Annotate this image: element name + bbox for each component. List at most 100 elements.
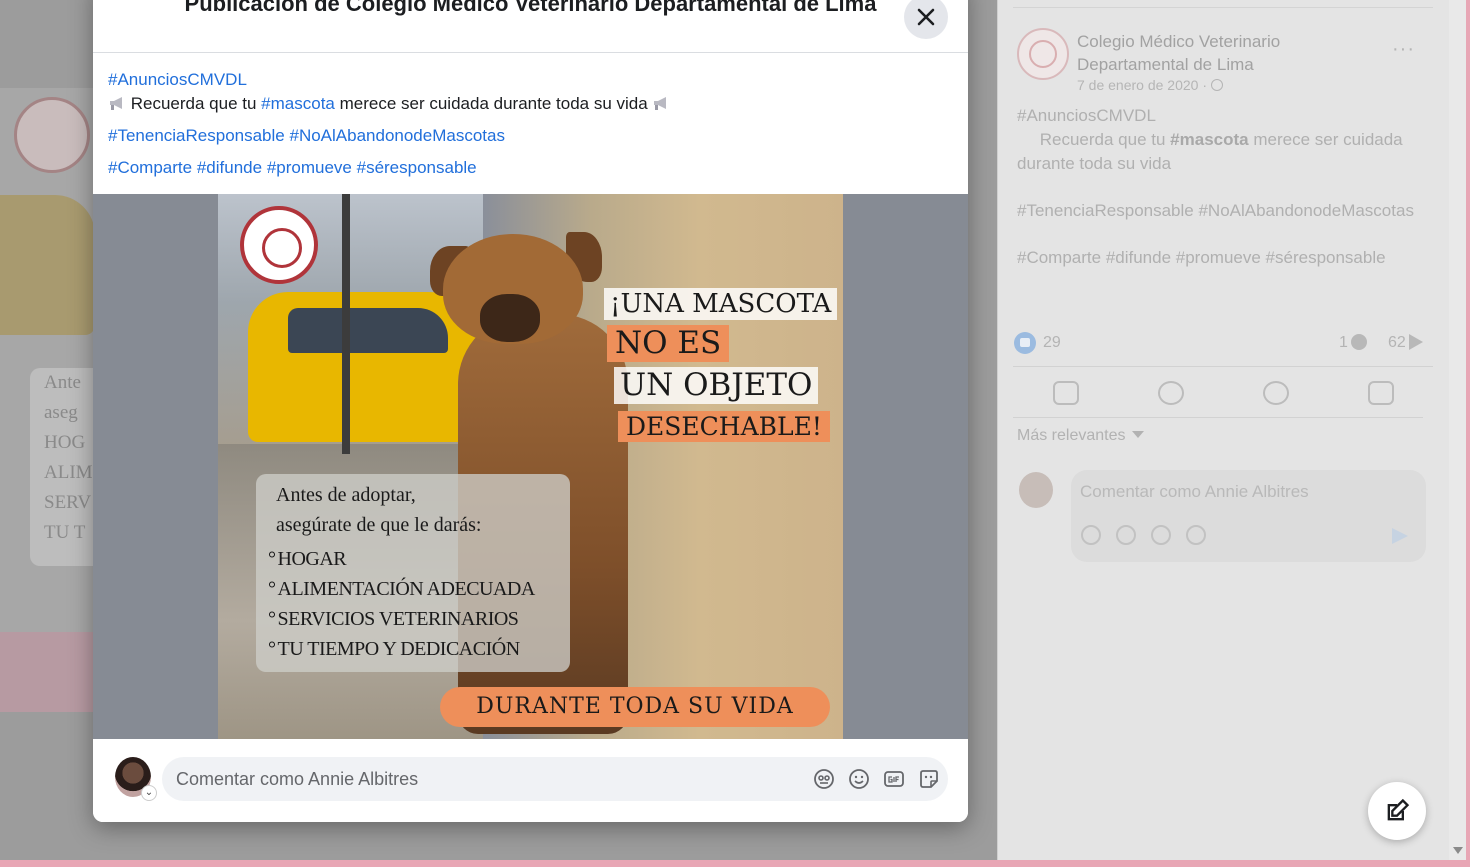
- background-info-card: Ante aseg HOG ALIM SERV TU T: [30, 368, 100, 566]
- like-reaction-icon[interactable]: [1014, 332, 1036, 354]
- emoji-icon[interactable]: [847, 767, 870, 790]
- avatar-sticker-icon[interactable]: [812, 767, 835, 790]
- headline-line: ¡UNA MASCOTA: [604, 288, 838, 320]
- post-text-span: merece ser cuidada durante toda su vida: [339, 94, 648, 113]
- post-image[interactable]: ¡UNA MASCOTA NO ES UN OBJETO DESECHABLE!…: [218, 194, 843, 739]
- whatsapp-button-icon[interactable]: [1262, 381, 1289, 405]
- post-image-area[interactable]: ¡UNA MASCOTA NO ES UN OBJETO DESECHABLE!…: [93, 194, 968, 739]
- share-button-icon[interactable]: [1367, 381, 1394, 405]
- info-box-line: Antes de adoptar,: [276, 484, 416, 506]
- comment-placeholder[interactable]: Comentar como Annie Albitres: [1080, 482, 1309, 502]
- user-avatar[interactable]: [1019, 472, 1053, 508]
- side-post-text: #AnunciosCMVDL Recuerda que tu #mascota …: [1017, 104, 1427, 293]
- cmvdl-logo: [240, 206, 318, 284]
- info-box-item: TU TIEMPO Y DEDICACIÓN: [268, 638, 521, 661]
- background-taxi: [0, 195, 95, 335]
- info-box-line: asegúrate de que le darás:: [276, 514, 482, 536]
- background-logo: [14, 97, 90, 173]
- background-card-line: aseg: [44, 402, 78, 423]
- hashtag-link[interactable]: #TenenciaResponsable: [108, 126, 285, 145]
- background-card-line: HOG: [44, 432, 86, 453]
- hashtag-link[interactable]: #mascota: [1170, 130, 1248, 149]
- comment-input[interactable]: Comentar como Annie Albitres: [162, 757, 948, 801]
- globe-icon: [1211, 79, 1223, 91]
- hashtag-link[interactable]: #promueve: [267, 158, 352, 177]
- headline-line: UN OBJETO: [614, 367, 819, 404]
- avatar-sticker-icon[interactable]: [1081, 525, 1101, 545]
- more-options-button[interactable]: ···: [1392, 38, 1415, 61]
- headline-line: NO ES: [607, 325, 730, 362]
- headline-line: DESECHABLE!: [618, 411, 830, 442]
- megaphone-icon: [654, 97, 667, 110]
- info-box-item: ALIMENTACIÓN ADECUADA: [268, 578, 536, 601]
- background-pink-block: [0, 632, 95, 712]
- hashtag-link[interactable]: #mascota: [261, 94, 335, 113]
- post-text-span: Recuerda que tu: [130, 94, 257, 113]
- scrollbar[interactable]: [1449, 0, 1466, 860]
- background-card-line: SERV: [44, 492, 92, 513]
- divider: [1013, 417, 1423, 418]
- hashtag-link[interactable]: #AnunciosCMVDL: [108, 70, 247, 89]
- side-comment-box[interactable]: Comentar como Annie Albitres: [1071, 470, 1426, 562]
- divider: [93, 52, 968, 53]
- hashtag-link[interactable]: #Comparte: [108, 158, 192, 177]
- emoji-icon[interactable]: [1116, 525, 1136, 545]
- comment-bubble-icon: [1350, 334, 1367, 350]
- hashtag-link[interactable]: #difunde: [197, 158, 262, 177]
- post-text: #AnunciosCMVDL Recuerda que tu #mascota …: [108, 68, 953, 180]
- hashtag-link[interactable]: #séresponsable: [357, 158, 477, 177]
- comment-count[interactable]: 1: [1339, 334, 1367, 352]
- comment-row: ⌄ Comentar como Annie Albitres: [93, 739, 968, 822]
- background-card-line: TU T: [44, 522, 86, 543]
- megaphone-icon: [110, 97, 122, 110]
- megaphone-icon: [1176, 155, 1194, 171]
- page-name[interactable]: Colegio Médico Veterinario Departamental…: [1077, 30, 1347, 76]
- close-button[interactable]: [904, 0, 948, 39]
- reaction-count[interactable]: 29: [1043, 334, 1061, 352]
- gif-icon[interactable]: [1151, 525, 1171, 545]
- dog-snout: [480, 294, 540, 342]
- send-icon[interactable]: [1392, 528, 1408, 544]
- background-card-line: ALIM: [44, 462, 93, 483]
- comment-icons: [812, 767, 940, 790]
- hashtag-links[interactable]: #Comparte #difunde #promueve #séresponsa…: [1017, 246, 1427, 270]
- bottom-banner: DURANTE TODA SU VIDA: [440, 687, 830, 727]
- caret-down-icon: [1131, 431, 1144, 438]
- comment-count-number[interactable]: 1: [1339, 334, 1348, 351]
- share-count[interactable]: 62: [1388, 334, 1423, 352]
- share-arrow-icon: [1408, 334, 1423, 350]
- chevron-down-icon[interactable]: ⌄: [141, 785, 157, 801]
- background-card-line: Ante: [44, 372, 81, 393]
- sticker-icon[interactable]: [917, 767, 940, 790]
- comment-placeholder[interactable]: Comentar como Annie Albitres: [176, 769, 418, 790]
- gif-icon[interactable]: [882, 767, 905, 790]
- post-actions: [1013, 372, 1433, 414]
- post-date-text[interactable]: 7 de enero de 2020 ·: [1077, 77, 1207, 93]
- user-avatar[interactable]: ⌄: [115, 757, 157, 801]
- divider: [1013, 366, 1433, 367]
- megaphone-icon: [1017, 131, 1035, 147]
- divider: [1013, 7, 1433, 8]
- hashtag-links[interactable]: #TenenciaResponsable #NoAlAbandonodeMasc…: [1017, 199, 1427, 223]
- page-avatar[interactable]: [1017, 28, 1069, 80]
- close-icon: [917, 8, 935, 26]
- share-count-number[interactable]: 62: [1388, 334, 1406, 351]
- comment-sort-label[interactable]: Más relevantes: [1017, 427, 1126, 444]
- new-message-button[interactable]: [1368, 782, 1426, 840]
- info-box-item: SERVICIOS VETERINARIOS: [268, 608, 519, 631]
- post-text-span: Recuerda que tu: [1039, 130, 1166, 149]
- window-border: [0, 860, 1470, 867]
- comment-icons: [1081, 525, 1206, 545]
- window-border: [1466, 0, 1470, 867]
- sticker-icon[interactable]: [1186, 525, 1206, 545]
- like-button-icon[interactable]: [1052, 381, 1079, 405]
- modal-title: Publicación de Colegio Médico Veterinari…: [184, 0, 877, 16]
- hashtag-link[interactable]: #AnunciosCMVDL: [1017, 106, 1156, 125]
- scroll-down-arrow-icon[interactable]: [1453, 847, 1463, 854]
- info-box-item: HOGAR: [268, 548, 347, 571]
- comment-sort-dropdown[interactable]: Más relevantes: [1017, 427, 1144, 445]
- comment-button-icon[interactable]: [1157, 381, 1184, 405]
- post-date[interactable]: 7 de enero de 2020 ·: [1077, 77, 1223, 93]
- compose-icon: [1387, 798, 1410, 821]
- hashtag-link[interactable]: #NoAlAbandonodeMascotas: [289, 126, 504, 145]
